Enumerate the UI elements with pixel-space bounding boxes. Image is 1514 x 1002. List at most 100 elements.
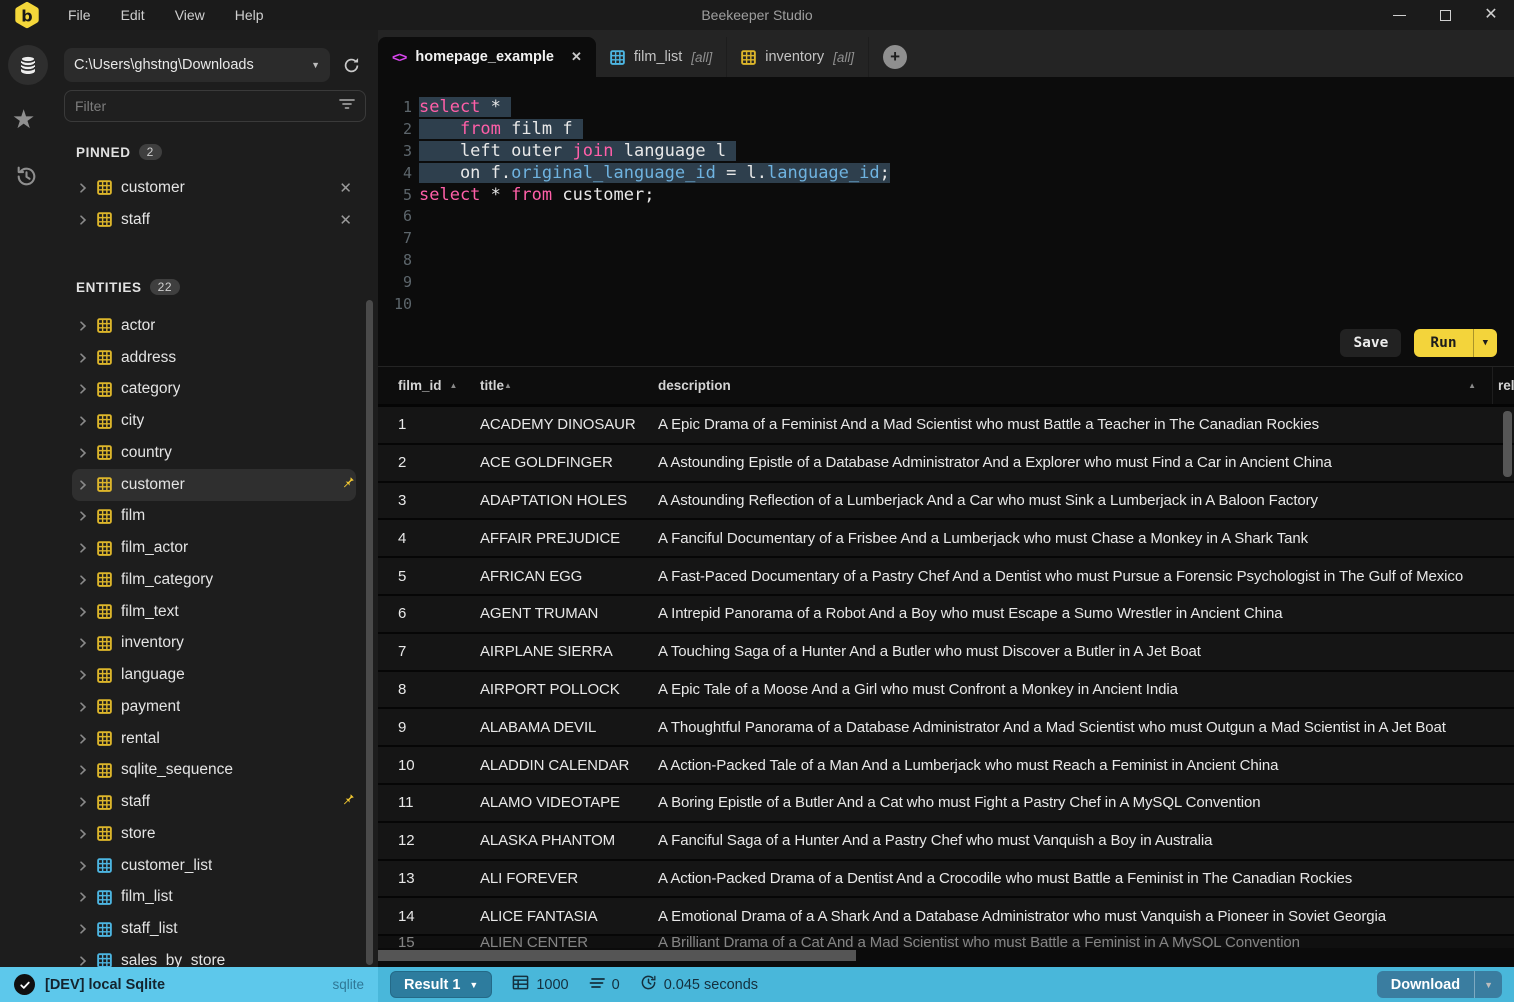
cell-description[interactable]: A Astounding Epistle of a Database Admin… [650, 454, 1492, 471]
cell-title[interactable]: ALABAMA DEVIL [464, 719, 650, 736]
sidebar-item-film_list[interactable]: film_list [72, 882, 356, 914]
chevron-right-icon[interactable] [78, 384, 88, 394]
chevron-right-icon[interactable] [78, 734, 88, 744]
cell-film-id[interactable]: 7 [378, 643, 464, 660]
cell-film-id[interactable]: 15 [378, 936, 464, 948]
table-row[interactable]: 15 ALIEN CENTER A Brilliant Drama of a Cat… [378, 936, 1514, 949]
chevron-right-icon[interactable] [78, 765, 88, 775]
results-horizontal-scrollbar[interactable] [378, 950, 856, 961]
cell-description[interactable]: A Boring Epistle of a Butler And a Cat w… [650, 794, 1492, 811]
close-button[interactable]: ✕ [1468, 0, 1514, 30]
cell-title[interactable]: AFRICAN EGG [464, 568, 650, 585]
sidebar-item-film_text[interactable]: film_text [72, 596, 356, 628]
chevron-right-icon[interactable] [78, 924, 88, 934]
sidebar-item-inventory[interactable]: inventory [72, 628, 356, 660]
column-header-film_id[interactable]: film_id ▲ [378, 367, 464, 404]
cell-title[interactable]: ALADDIN CALENDAR [464, 757, 650, 774]
cell-film-id[interactable]: 3 [378, 492, 464, 509]
cell-description[interactable]: A Intrepid Panorama of a Robot And a Boy… [650, 605, 1492, 622]
cell-description[interactable]: A Thoughtful Panorama of a Database Admi… [650, 719, 1492, 736]
maximize-button[interactable] [1422, 0, 1468, 30]
cell-title[interactable]: ACADEMY DINOSAUR [464, 416, 650, 433]
sidebar-item-film_actor[interactable]: film_actor [72, 532, 356, 564]
chevron-right-icon[interactable] [78, 575, 88, 585]
close-tab-icon[interactable]: ✕ [571, 49, 582, 65]
sidebar-item-category[interactable]: category [72, 374, 356, 406]
sql-editor[interactable]: 1 2 3 4 5 6 7 8 9 10 select * from film f left ou… [378, 77, 1514, 367]
pin-icon[interactable] [341, 475, 356, 495]
sidebar-item-sqlite_sequence[interactable]: sqlite_sequence [72, 755, 356, 787]
chevron-right-icon[interactable] [78, 183, 88, 193]
cell-description[interactable]: A Astounding Reflection of a Lumberjack … [650, 492, 1492, 509]
chevron-right-icon[interactable] [78, 448, 88, 458]
cell-description[interactable]: A Touching Saga of a Hunter And a Butler… [650, 643, 1492, 660]
chevron-right-icon[interactable] [78, 353, 88, 363]
cell-title[interactable]: AIRPORT POLLOCK [464, 681, 650, 698]
sidebar-item-payment[interactable]: payment [72, 691, 356, 723]
chevron-right-icon[interactable] [78, 670, 88, 680]
table-row[interactable]: 12 ALASKA PHANTOM A Fanciful Saga of a Hun… [378, 822, 1514, 861]
minimize-button[interactable] [1376, 0, 1422, 30]
column-header-description[interactable]: description ▲ [650, 367, 1492, 404]
cell-description[interactable]: A Action-Packed Drama of a Dentist And a… [650, 870, 1492, 887]
cell-description[interactable]: A Action-Packed Tale of a Man And a Lumb… [650, 757, 1492, 774]
sidebar-item-sales_by_store[interactable]: sales_by_store [72, 945, 356, 967]
tab-homepage_example[interactable]: <> homepage_example ✕ [378, 37, 596, 77]
chevron-right-icon[interactable] [78, 861, 88, 871]
sidebar-item-staff[interactable]: staff ✕ [72, 204, 356, 236]
table-row[interactable]: 4 AFFAIR PREJUDICE A Fanciful Documentary … [378, 520, 1514, 559]
column-header-release_year[interactable]: release_year [1492, 367, 1514, 404]
table-row[interactable]: 3 ADAPTATION HOLES A Astounding Reflection… [378, 482, 1514, 521]
pin-icon[interactable] [341, 792, 356, 812]
sidebar-item-country[interactable]: country [72, 437, 356, 469]
download-button[interactable]: Download ▼ [1376, 971, 1502, 998]
cell-description[interactable]: A Fanciful Saga of a Hunter And a Pastry… [650, 832, 1492, 849]
sidebar-item-customer_list[interactable]: customer_list [72, 850, 356, 882]
chevron-right-icon[interactable] [78, 892, 88, 902]
sidebar-item-actor[interactable]: actor [72, 310, 356, 342]
table-row[interactable]: 10 ALADDIN CALENDAR A Action-Packed Tale o… [378, 747, 1514, 785]
chevron-right-icon[interactable] [78, 543, 88, 553]
table-row[interactable]: 9 ALABAMA DEVIL A Thoughtful Panorama of a… [378, 709, 1514, 748]
cell-film-id[interactable]: 10 [378, 757, 464, 774]
cell-description[interactable]: A Epic Tale of a Moose And a Girl who mu… [650, 681, 1492, 698]
cell-title[interactable]: ALAMO VIDEOTAPE [464, 794, 650, 811]
chevron-right-icon[interactable] [78, 511, 88, 521]
cell-title[interactable]: ALI FOREVER [464, 870, 650, 887]
sidebar-item-rental[interactable]: rental [72, 723, 356, 755]
cell-title[interactable]: AFFAIR PREJUDICE [464, 530, 650, 547]
cell-description[interactable]: A Brilliant Drama of a Cat And a Mad Sci… [650, 936, 1492, 948]
table-row[interactable]: 7 AIRPLANE SIERRA A Touching Saga of a Hun… [378, 633, 1514, 672]
menu-help[interactable]: Help [223, 3, 276, 27]
chevron-right-icon[interactable] [78, 321, 88, 331]
sidebar-item-language[interactable]: language [72, 659, 356, 691]
column-header-title[interactable]: title ▲ [464, 367, 650, 404]
cell-title[interactable]: ALIEN CENTER [464, 936, 650, 948]
run-dropdown-caret[interactable]: ▼ [1472, 329, 1497, 357]
cell-film-id[interactable]: 9 [378, 719, 464, 736]
chevron-right-icon[interactable] [78, 797, 88, 807]
chevron-right-icon[interactable] [78, 829, 88, 839]
menu-view[interactable]: View [163, 3, 217, 27]
connection-selector[interactable]: C:\Users\ghstng\Downloads ▼ [64, 48, 330, 82]
cell-title[interactable]: ALASKA PHANTOM [464, 832, 650, 849]
results-vertical-scrollbar[interactable] [1503, 411, 1512, 477]
tab-inventory[interactable]: inventory [all] [727, 37, 870, 77]
save-button[interactable]: Save [1340, 329, 1402, 357]
table-row[interactable]: 6 AGENT TRUMAN A Intrepid Panorama of a Ro… [378, 595, 1514, 634]
table-row[interactable]: 2 ACE GOLDFINGER A Astounding Epistle of a… [378, 444, 1514, 483]
sidebar-item-staff[interactable]: staff [72, 786, 356, 818]
database-icon[interactable] [8, 45, 48, 85]
table-row[interactable]: 1 ACADEMY DINOSAUR A Epic Drama of a Femin… [378, 407, 1514, 445]
cell-description[interactable]: A Emotional Drama of a A Shark And a Dat… [650, 908, 1492, 925]
favorites-star-icon[interactable]: ★ [12, 106, 35, 132]
table-row[interactable]: 8 AIRPORT POLLOCK A Epic Tale of a Moose A… [378, 671, 1514, 710]
sidebar-item-store[interactable]: store [72, 818, 356, 850]
result-selector-button[interactable]: Result 1 ▼ [390, 971, 493, 998]
sidebar-item-customer[interactable]: customer [72, 468, 356, 501]
cell-film-id[interactable]: 13 [378, 870, 464, 887]
sidebar-item-staff_list[interactable]: staff_list [72, 913, 356, 945]
cell-film-id[interactable]: 8 [378, 681, 464, 698]
history-icon[interactable] [14, 164, 39, 194]
cell-film-id[interactable]: 4 [378, 530, 464, 547]
